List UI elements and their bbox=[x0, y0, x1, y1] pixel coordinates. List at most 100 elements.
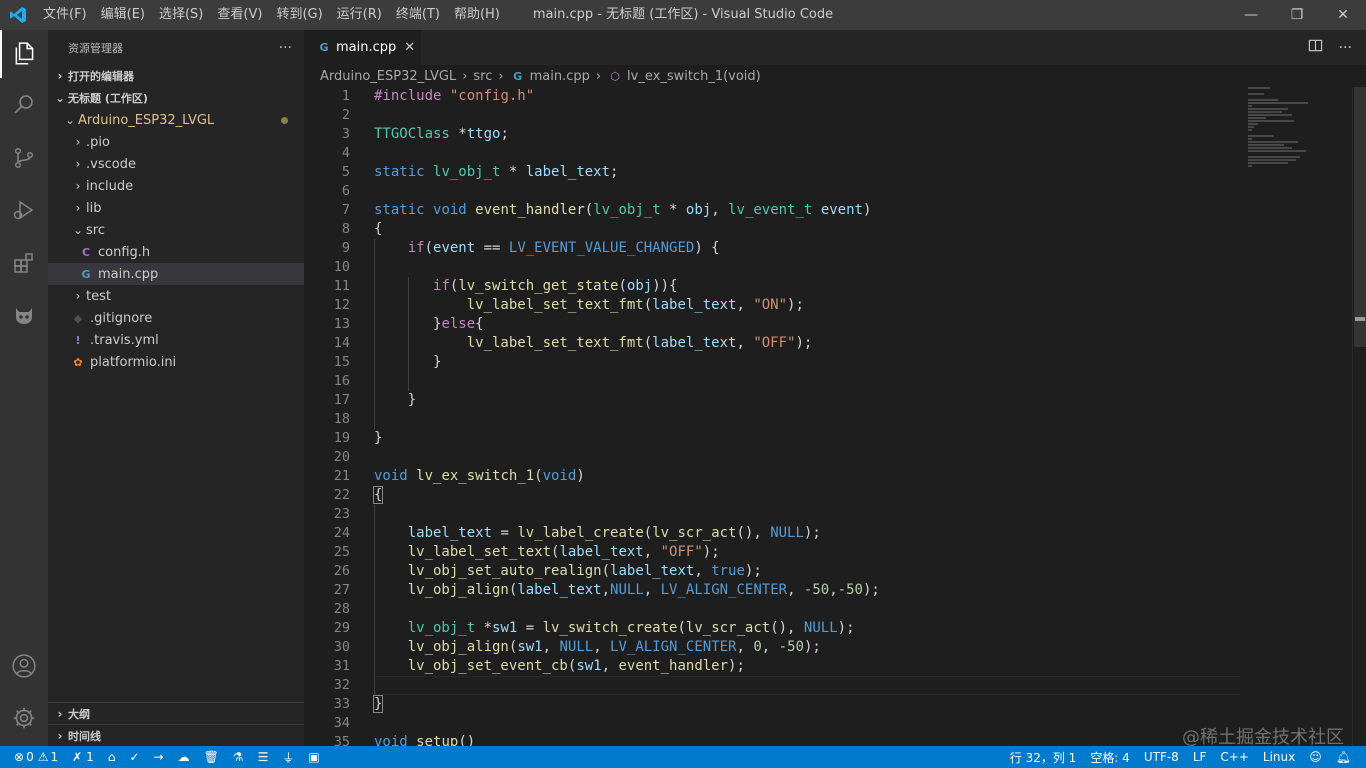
tree-item-vscode[interactable]: › .vscode bbox=[48, 153, 304, 175]
menu-go[interactable]: 转到(G) bbox=[269, 0, 329, 30]
extensions-icon[interactable] bbox=[0, 239, 48, 287]
menu-terminal[interactable]: 终端(T) bbox=[389, 0, 447, 30]
workspace-section[interactable]: ⌄ 无标题 (工作区) bbox=[48, 87, 304, 109]
pio-home-button[interactable]: ⌂ bbox=[101, 746, 123, 768]
line-number: 27 bbox=[333, 582, 350, 598]
timeline-section[interactable]: › 时间线 bbox=[48, 724, 304, 747]
open-editors-section[interactable]: › 打开的编辑器 bbox=[48, 65, 304, 87]
code-line: { bbox=[374, 221, 383, 237]
code-line: static lv_obj_t * label_text; bbox=[374, 164, 619, 180]
error-icon: ⊗ bbox=[14, 750, 25, 764]
code-line: { bbox=[372, 486, 384, 504]
account-icon[interactable] bbox=[0, 642, 48, 690]
tree-item-pio[interactable]: › .pio bbox=[48, 131, 304, 153]
tree-item-src[interactable]: ⌄ src bbox=[48, 219, 304, 241]
minimize-button[interactable]: — bbox=[1228, 0, 1274, 30]
menu-selection[interactable]: 选择(S) bbox=[152, 0, 210, 30]
c-header-file-icon: C bbox=[81, 245, 91, 259]
tree-item-travis[interactable]: ! .travis.yml bbox=[48, 329, 304, 351]
pio-tasks-button[interactable]: ☰ bbox=[251, 746, 276, 768]
explorer-header: 资源管理器 ··· bbox=[48, 30, 304, 65]
menu-help[interactable]: 帮助(H) bbox=[447, 0, 507, 30]
chevron-down-icon: ⌄ bbox=[64, 113, 76, 127]
cursor-position[interactable]: 行 32，列 1 bbox=[1003, 746, 1084, 768]
title-bar: 文件(F) 编辑(E) 选择(S) 查看(V) 转到(G) 运行(R) 终端(T… bbox=[0, 0, 1366, 30]
line-number: 2 bbox=[341, 107, 350, 123]
split-editor-icon[interactable] bbox=[1308, 38, 1323, 57]
tree-item-test[interactable]: › test bbox=[48, 285, 304, 307]
code-line: }else{ bbox=[374, 316, 484, 332]
platform[interactable]: Linux bbox=[1256, 746, 1302, 768]
search-icon[interactable] bbox=[0, 80, 48, 128]
pio-test-button[interactable]: ⚗ bbox=[226, 746, 251, 768]
close-tab-icon[interactable]: ✕ bbox=[404, 40, 415, 55]
files-icon[interactable] bbox=[0, 30, 48, 78]
settings-gear-icon[interactable] bbox=[0, 694, 48, 742]
code-line: } bbox=[374, 392, 417, 408]
pio-build-button[interactable]: ✓ bbox=[122, 746, 146, 768]
encoding[interactable]: UTF-8 bbox=[1137, 746, 1186, 768]
notifications-bell-icon[interactable]: 🔔︎ bbox=[1329, 746, 1358, 768]
tree-item-config-h[interactable]: C config.h bbox=[48, 241, 304, 263]
pio-upload-fs-button[interactable]: ☁ bbox=[171, 746, 197, 768]
code-line: TTGOClass *ttgo; bbox=[374, 126, 509, 142]
code-line: if(event == LV_EVENT_VALUE_CHANGED) { bbox=[407, 240, 720, 256]
line-number: 16 bbox=[333, 373, 350, 389]
tree-item-platformio-ini[interactable]: ✿ platformio.ini bbox=[48, 351, 304, 373]
tree-item-label: lib bbox=[86, 200, 102, 216]
language-mode[interactable]: C++ bbox=[1213, 746, 1256, 768]
flask-icon: ⚗ bbox=[232, 750, 244, 764]
minimap[interactable] bbox=[1248, 87, 1353, 197]
breadcrumb-file[interactable]: main.cpp bbox=[530, 69, 590, 84]
more-actions-icon[interactable]: ··· bbox=[279, 40, 292, 56]
pio-upload-button[interactable]: → bbox=[147, 746, 171, 768]
function-symbol-icon: ⬡ bbox=[610, 69, 620, 83]
plug-icon: ⏚ bbox=[282, 750, 295, 765]
tab-main-cpp[interactable]: G main.cpp ✕ bbox=[304, 30, 421, 65]
menu-view[interactable]: 查看(V) bbox=[210, 0, 269, 30]
restore-button[interactable]: ❐ bbox=[1274, 0, 1320, 30]
code-line: lv_label_set_text_fmt(label_text, "OFF")… bbox=[466, 335, 813, 351]
pio-terminal-button[interactable]: ▣ bbox=[301, 746, 326, 768]
more-actions-icon[interactable]: ··· bbox=[1339, 40, 1352, 56]
source-control-icon[interactable] bbox=[0, 134, 48, 182]
code-line: } bbox=[374, 430, 383, 446]
indentation[interactable]: 空格: 4 bbox=[1083, 746, 1137, 768]
home-icon: ⌂ bbox=[107, 750, 116, 764]
menu-edit[interactable]: 编辑(E) bbox=[94, 0, 152, 30]
tree-folder-root[interactable]: ⌄ Arduino_ESP32_LVGL bbox=[48, 109, 304, 131]
tasks-status[interactable]: ✗ 1 bbox=[65, 746, 101, 768]
line-number: 18 bbox=[333, 411, 350, 427]
tree-item-lib[interactable]: › lib bbox=[48, 197, 304, 219]
code-editor[interactable]: 1 2 3 4 5 6 7 8 9 10 11 12 13 14 15 16 1… bbox=[304, 87, 1366, 746]
menu-run[interactable]: 运行(R) bbox=[330, 0, 389, 30]
line-number: 12 bbox=[333, 297, 350, 313]
warning-count: 1 bbox=[50, 750, 59, 764]
end-of-line[interactable]: LF bbox=[1186, 746, 1214, 768]
code-line: static void event_handler(lv_obj_t * obj… bbox=[374, 202, 872, 218]
tree-item-main-cpp[interactable]: G main.cpp bbox=[48, 263, 304, 285]
timeline-label: 时间线 bbox=[68, 730, 101, 743]
platformio-icon[interactable] bbox=[0, 291, 48, 339]
tree-item-gitignore[interactable]: ◆ .gitignore bbox=[48, 307, 304, 329]
feedback-icon[interactable]: ☺ bbox=[1302, 746, 1329, 768]
menu-file[interactable]: 文件(F) bbox=[36, 0, 94, 30]
chevron-right-icon: › bbox=[595, 68, 602, 84]
breadcrumb-symbol[interactable]: lv_ex_switch_1(void) bbox=[627, 69, 761, 84]
run-debug-icon[interactable] bbox=[0, 186, 48, 234]
breadcrumb-folder[interactable]: Arduino_ESP32_LVGL bbox=[320, 69, 456, 84]
outline-section[interactable]: › 大纲 bbox=[48, 702, 304, 725]
scrollbar-thumb[interactable] bbox=[1354, 87, 1366, 347]
close-window-button[interactable]: ✕ bbox=[1320, 0, 1366, 30]
problems-status[interactable]: ⊗ 0 ⚠ 1 bbox=[0, 746, 65, 768]
code-line: void lv_ex_switch_1(void) bbox=[374, 468, 585, 484]
tree-item-include[interactable]: › include bbox=[48, 175, 304, 197]
breadcrumb-src[interactable]: src bbox=[473, 69, 492, 84]
line-number: 31 bbox=[333, 658, 350, 674]
editor-scrollbar[interactable] bbox=[1352, 87, 1366, 746]
code-lines: #include "config.h" TTGOClass *ttgo; sta… bbox=[372, 87, 880, 746]
editor-tabs: G main.cpp ✕ ··· bbox=[304, 30, 1366, 65]
pio-clean-button[interactable]: 🗑 bbox=[197, 746, 226, 768]
pio-serial-monitor-button[interactable]: ⏚ bbox=[275, 746, 301, 768]
